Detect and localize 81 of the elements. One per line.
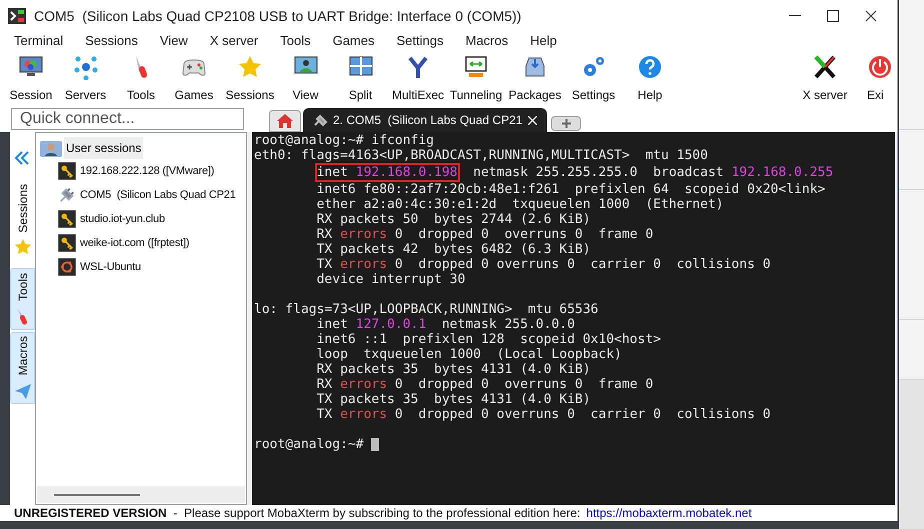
terminal-line: ether a2:a0:4c:30:e1:2d txqueuelen 1000 (Ethernet) bbox=[316, 197, 725, 212]
terminal-line: inet 127.0.0.1 netmask 255.0.0.0 bbox=[316, 317, 576, 332]
close-icon[interactable] bbox=[865, 10, 877, 22]
maximize-icon[interactable] bbox=[827, 10, 839, 22]
menu-item[interactable]: Terminal bbox=[14, 31, 64, 51]
key-icon bbox=[58, 210, 76, 228]
terminal-line: TX errors 0 dropped 0 overruns 0 carrier 0 collisions 0 bbox=[316, 257, 772, 272]
menu-item[interactable]: Settings bbox=[396, 31, 444, 51]
scrollbar-thumb[interactable] bbox=[54, 494, 140, 496]
toolbar-button[interactable]: Packages bbox=[505, 54, 565, 104]
app-logo-icon bbox=[8, 8, 26, 24]
session-item[interactable]: studio.iot-yun.club bbox=[58, 209, 246, 229]
terminal-line: RX errors 0 dropped 0 overruns 0 frame 0 bbox=[316, 227, 654, 242]
terminal-line: RX packets 50 bytes 2744 (2.6 KiB) bbox=[316, 212, 592, 227]
collapse-icon[interactable] bbox=[14, 150, 30, 166]
side-tab[interactable]: Tools bbox=[10, 268, 35, 330]
key-icon bbox=[58, 162, 76, 180]
menu-item[interactable]: Sessions bbox=[85, 31, 138, 51]
toolbar-button[interactable]: Servers bbox=[56, 54, 115, 104]
star-icon bbox=[14, 238, 32, 256]
plus-icon bbox=[562, 119, 571, 128]
minimize-icon[interactable] bbox=[789, 15, 801, 17]
session-item[interactable]: weike-iot.com ([frptest]) bbox=[58, 233, 246, 253]
terminal-line: RX packets 35 bytes 4131 (4.0 KiB) bbox=[316, 362, 592, 377]
terminal-line: inet 192.168.0.198 netmask 255.255.255.0 broadcast 192.168.0.255 bbox=[316, 164, 834, 182]
toolbar-button[interactable]: Help bbox=[622, 54, 678, 104]
registration-notice: UNREGISTERED VERSION - Please support MobaXterm by subscribing to the professional edition here: bbox=[14, 505, 580, 522]
terminal-line: TX packets 42 bytes 6482 (6.3 KiB) bbox=[316, 242, 592, 257]
terminal-line: inet6 ::1 prefixlen 128 scopeid 0x10<host> bbox=[316, 332, 662, 347]
network-icon bbox=[72, 54, 98, 80]
menu-item[interactable]: Help bbox=[530, 31, 557, 51]
ubuntu-logo-icon bbox=[58, 258, 76, 276]
menu-item[interactable]: Games bbox=[332, 31, 374, 51]
session-item[interactable]: COM5 (Silicon Labs Quad CP21 bbox=[58, 185, 246, 205]
toolbar-button[interactable]: X server bbox=[795, 54, 855, 104]
folder-label[interactable]: User sessions bbox=[64, 137, 144, 159]
menu-item[interactable]: View bbox=[160, 31, 188, 51]
session-item[interactable]: WSL-Ubuntu bbox=[58, 257, 246, 277]
plug-icon bbox=[313, 113, 329, 127]
quick-connect-field[interactable]: Quick connect... bbox=[11, 108, 244, 130]
website-link[interactable]: https://mobaxterm.mobatek.net bbox=[586, 504, 752, 522]
terminal-line: eth0: flags=4163<UP,BROADCAST,RUNNING,MULTICAST> mtu 1500 bbox=[254, 148, 709, 163]
toolbar-button[interactable]: Tunneling bbox=[447, 54, 505, 104]
toolbar-button[interactable]: Settings bbox=[565, 54, 622, 104]
side-tab[interactable]: Macros bbox=[10, 332, 35, 404]
toolbar-button[interactable]: Games bbox=[167, 54, 221, 104]
home-tab[interactable] bbox=[269, 110, 301, 132]
terminal-tab[interactable]: 2. COM5 (Silicon Labs Quad CP21 bbox=[303, 108, 548, 132]
help-icon bbox=[637, 54, 663, 80]
session-item[interactable]: 192.168.222.128 ([VMware]) bbox=[58, 161, 246, 181]
toolbar-button[interactable]: Split bbox=[332, 54, 389, 104]
power-icon bbox=[867, 54, 893, 80]
terminal-line: inet6 fe80::2af7:20cb:48e1:f261 prefixlen 64 scopeid 0x20<link> bbox=[316, 182, 826, 197]
terminal-line: RX errors 0 dropped 0 overruns 0 frame 0 bbox=[316, 377, 654, 392]
toolbar-button[interactable]: Session bbox=[6, 54, 56, 104]
user-folder-icon bbox=[40, 139, 62, 157]
menu-item[interactable]: Tools bbox=[280, 31, 311, 51]
tunnel-icon bbox=[463, 54, 489, 80]
star-icon bbox=[237, 54, 263, 80]
menu-item[interactable]: X server bbox=[210, 31, 258, 51]
toolbar-button[interactable]: Tools bbox=[115, 54, 167, 104]
window-title: COM5 (Silicon Labs Quad CP2108 USB to UART Bridge: Interface 0 (COM5)) bbox=[34, 6, 522, 26]
terminal-area[interactable] bbox=[252, 132, 895, 505]
terminal-line: lo: flags=73<UP,LOOPBACK,RUNNING> mtu 65536 bbox=[254, 301, 600, 317]
key-icon bbox=[58, 234, 76, 252]
toolbar-button[interactable]: Exi bbox=[867, 54, 897, 104]
toolbar-button[interactable]: MultiExec bbox=[389, 54, 447, 104]
x-icon bbox=[812, 54, 838, 80]
toolbar-button[interactable]: View bbox=[279, 54, 332, 104]
plug-icon bbox=[58, 186, 76, 204]
terminal-line: root@analog:~# bbox=[254, 422, 895, 452]
terminal-line: device interrupt 30 bbox=[316, 272, 466, 287]
home-icon bbox=[277, 114, 293, 128]
paper-plane-icon bbox=[14, 382, 32, 400]
terminal-line: root@analog:~# ifconfig bbox=[254, 133, 436, 148]
terminal-line: TX errors 0 dropped 0 overruns 0 carrier 0 collisions 0 bbox=[316, 407, 772, 422]
menu-item[interactable]: Macros bbox=[465, 31, 508, 51]
toolbar-button[interactable]: Sessions bbox=[221, 54, 279, 104]
new-tab-button[interactable] bbox=[551, 116, 582, 131]
terminal-line: TX packets 35 bytes 4131 (4.0 KiB) bbox=[316, 392, 592, 407]
terminal-line: loop txqueuelen 1000 (Local Loopback) bbox=[316, 347, 623, 362]
